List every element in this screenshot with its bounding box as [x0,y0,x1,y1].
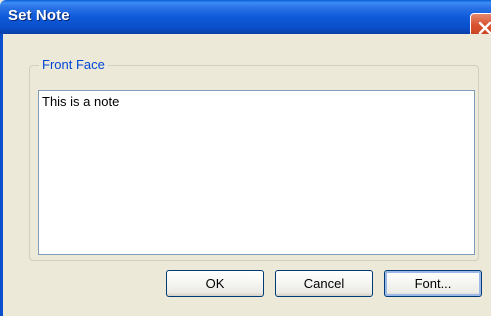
title-bar[interactable]: Set Note [0,0,491,43]
cancel-button[interactable]: Cancel [275,270,373,297]
dialog-title: Set Note [8,7,70,24]
font-button[interactable]: Font... [384,270,482,297]
set-note-dialog: Set Note Front Face This is a note OK Ca… [0,0,491,316]
note-textarea[interactable]: This is a note [38,90,475,255]
front-face-label: Front Face [39,57,108,73]
ok-button[interactable]: OK [166,270,264,297]
